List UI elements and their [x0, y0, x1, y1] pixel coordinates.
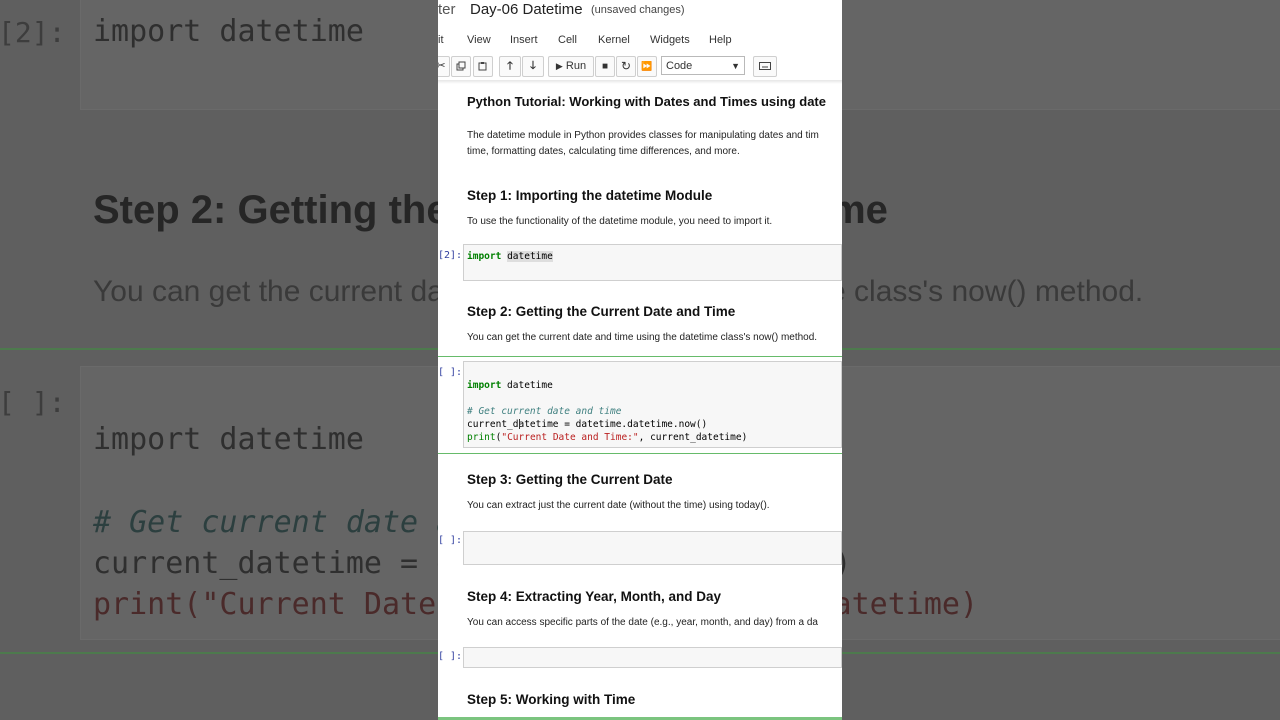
cell2-module: datetime [501, 380, 553, 391]
intro-line-1: The datetime module in Python provides c… [467, 130, 819, 141]
cell2-comment: # Get current date and time [467, 406, 622, 417]
cell2-code[interactable]: import datetime # Get current date and t… [467, 379, 747, 444]
command-palette-button[interactable] [753, 56, 777, 77]
cell-type-select[interactable]: Code ▼ [661, 56, 745, 75]
menu-kernel[interactable]: Kernel [598, 34, 630, 46]
code-cell-3[interactable] [463, 531, 842, 565]
bg-code-line-1: import datetime [93, 422, 364, 457]
cell1-code[interactable]: import datetime [467, 250, 553, 263]
step4-text: You can access specific parts of the dat… [467, 617, 818, 628]
cell4-prompt: [ ]: [438, 651, 463, 662]
scissors-icon: ✂ [438, 60, 446, 72]
title-bar: ter Day-06 Datetime (unsaved changes) [438, 0, 842, 26]
menu-insert[interactable]: Insert [510, 34, 538, 46]
step2-heading: Step 2: Getting the Current Date and Tim… [467, 304, 736, 319]
play-icon: ▶ [555, 61, 563, 71]
menu-cell[interactable]: Cell [558, 34, 577, 46]
step1-text: To use the functionality of the datetime… [467, 216, 773, 227]
bg-code-1: import datetime [93, 14, 364, 49]
paste-button[interactable] [473, 56, 493, 77]
interrupt-button[interactable]: ■ [595, 56, 615, 77]
cell2-keyword: import [467, 380, 502, 391]
intro-line-2: time, formatting dates, calculating time… [467, 146, 740, 157]
stop-icon: ■ [601, 61, 609, 72]
step3-text: You can extract just the current date (w… [467, 500, 770, 511]
menu-view[interactable]: View [467, 34, 491, 46]
step1-heading: Step 1: Importing the datetime Module [467, 188, 713, 203]
restart-run-all-button[interactable]: ⏩ [637, 56, 657, 77]
step4-heading: Step 4: Extracting Year, Month, and Day [467, 589, 722, 604]
menu-bar: it View Insert Cell Kernel Widgets Help [438, 30, 842, 52]
step3-heading: Step 3: Getting the Current Date [467, 472, 673, 487]
notebook-window: ter Day-06 Datetime (unsaved changes) it… [438, 0, 842, 720]
move-up-button[interactable]: 🡑 [499, 56, 521, 77]
cell2-line3: current_datetime = datetime.datetime.now… [467, 419, 708, 430]
step2-text: You can get the current date and time us… [467, 332, 818, 343]
cell2-print: print [467, 432, 496, 443]
keyboard-icon [759, 62, 771, 70]
menu-edit[interactable]: it [438, 34, 444, 46]
code-cell-4[interactable] [463, 647, 842, 668]
cell2-prompt: [ ]: [438, 367, 463, 378]
menu-widgets[interactable]: Widgets [650, 34, 690, 46]
jupyter-logo-fragment[interactable]: ter [438, 1, 456, 18]
move-down-button[interactable]: 🡓 [522, 56, 544, 77]
cell2-string: "Current Date and Time:" [501, 432, 639, 443]
cut-button[interactable]: ✂ [438, 56, 450, 77]
arrow-up-icon: 🡑 [507, 60, 513, 72]
paste-icon [478, 62, 487, 71]
cell-type-value: Code [666, 60, 693, 72]
cell1-keyword: import [467, 251, 502, 262]
copy-icon [456, 61, 466, 71]
menu-help[interactable]: Help [709, 34, 732, 46]
bg-prompt-2: [ ]: [0, 386, 66, 419]
cell1-prompt: [2]: [438, 250, 463, 261]
restart-button[interactable]: ↻ [616, 56, 636, 77]
step5-heading: Step 5: Working with Time [467, 692, 636, 707]
run-button[interactable]: ▶ Run [548, 56, 594, 77]
cell2-line4-rest: , current_datetime) [638, 432, 748, 443]
toolbar-shadow [438, 80, 842, 84]
notebook-heading: Python Tutorial: Working with Dates and … [467, 94, 826, 109]
chevron-down-icon: ▼ [731, 61, 740, 71]
text-cursor [519, 419, 520, 429]
toolbar: ✂ 🡑 🡓 ▶ Run ■ ↻ ⏩ Code ▼ [438, 56, 842, 78]
bg-prompt-1: [2]: [0, 16, 66, 49]
notebook-title[interactable]: Day-06 Datetime [470, 1, 583, 18]
cell3-prompt: [ ]: [438, 535, 463, 546]
fast-forward-icon: ⏩ [641, 61, 653, 71]
arrow-down-icon: 🡓 [530, 60, 536, 72]
restart-icon: ↻ [620, 59, 632, 73]
save-status: (unsaved changes) [591, 4, 685, 16]
run-label: Run [565, 60, 587, 72]
cell1-module: datetime [507, 251, 553, 262]
copy-button[interactable] [451, 56, 471, 77]
